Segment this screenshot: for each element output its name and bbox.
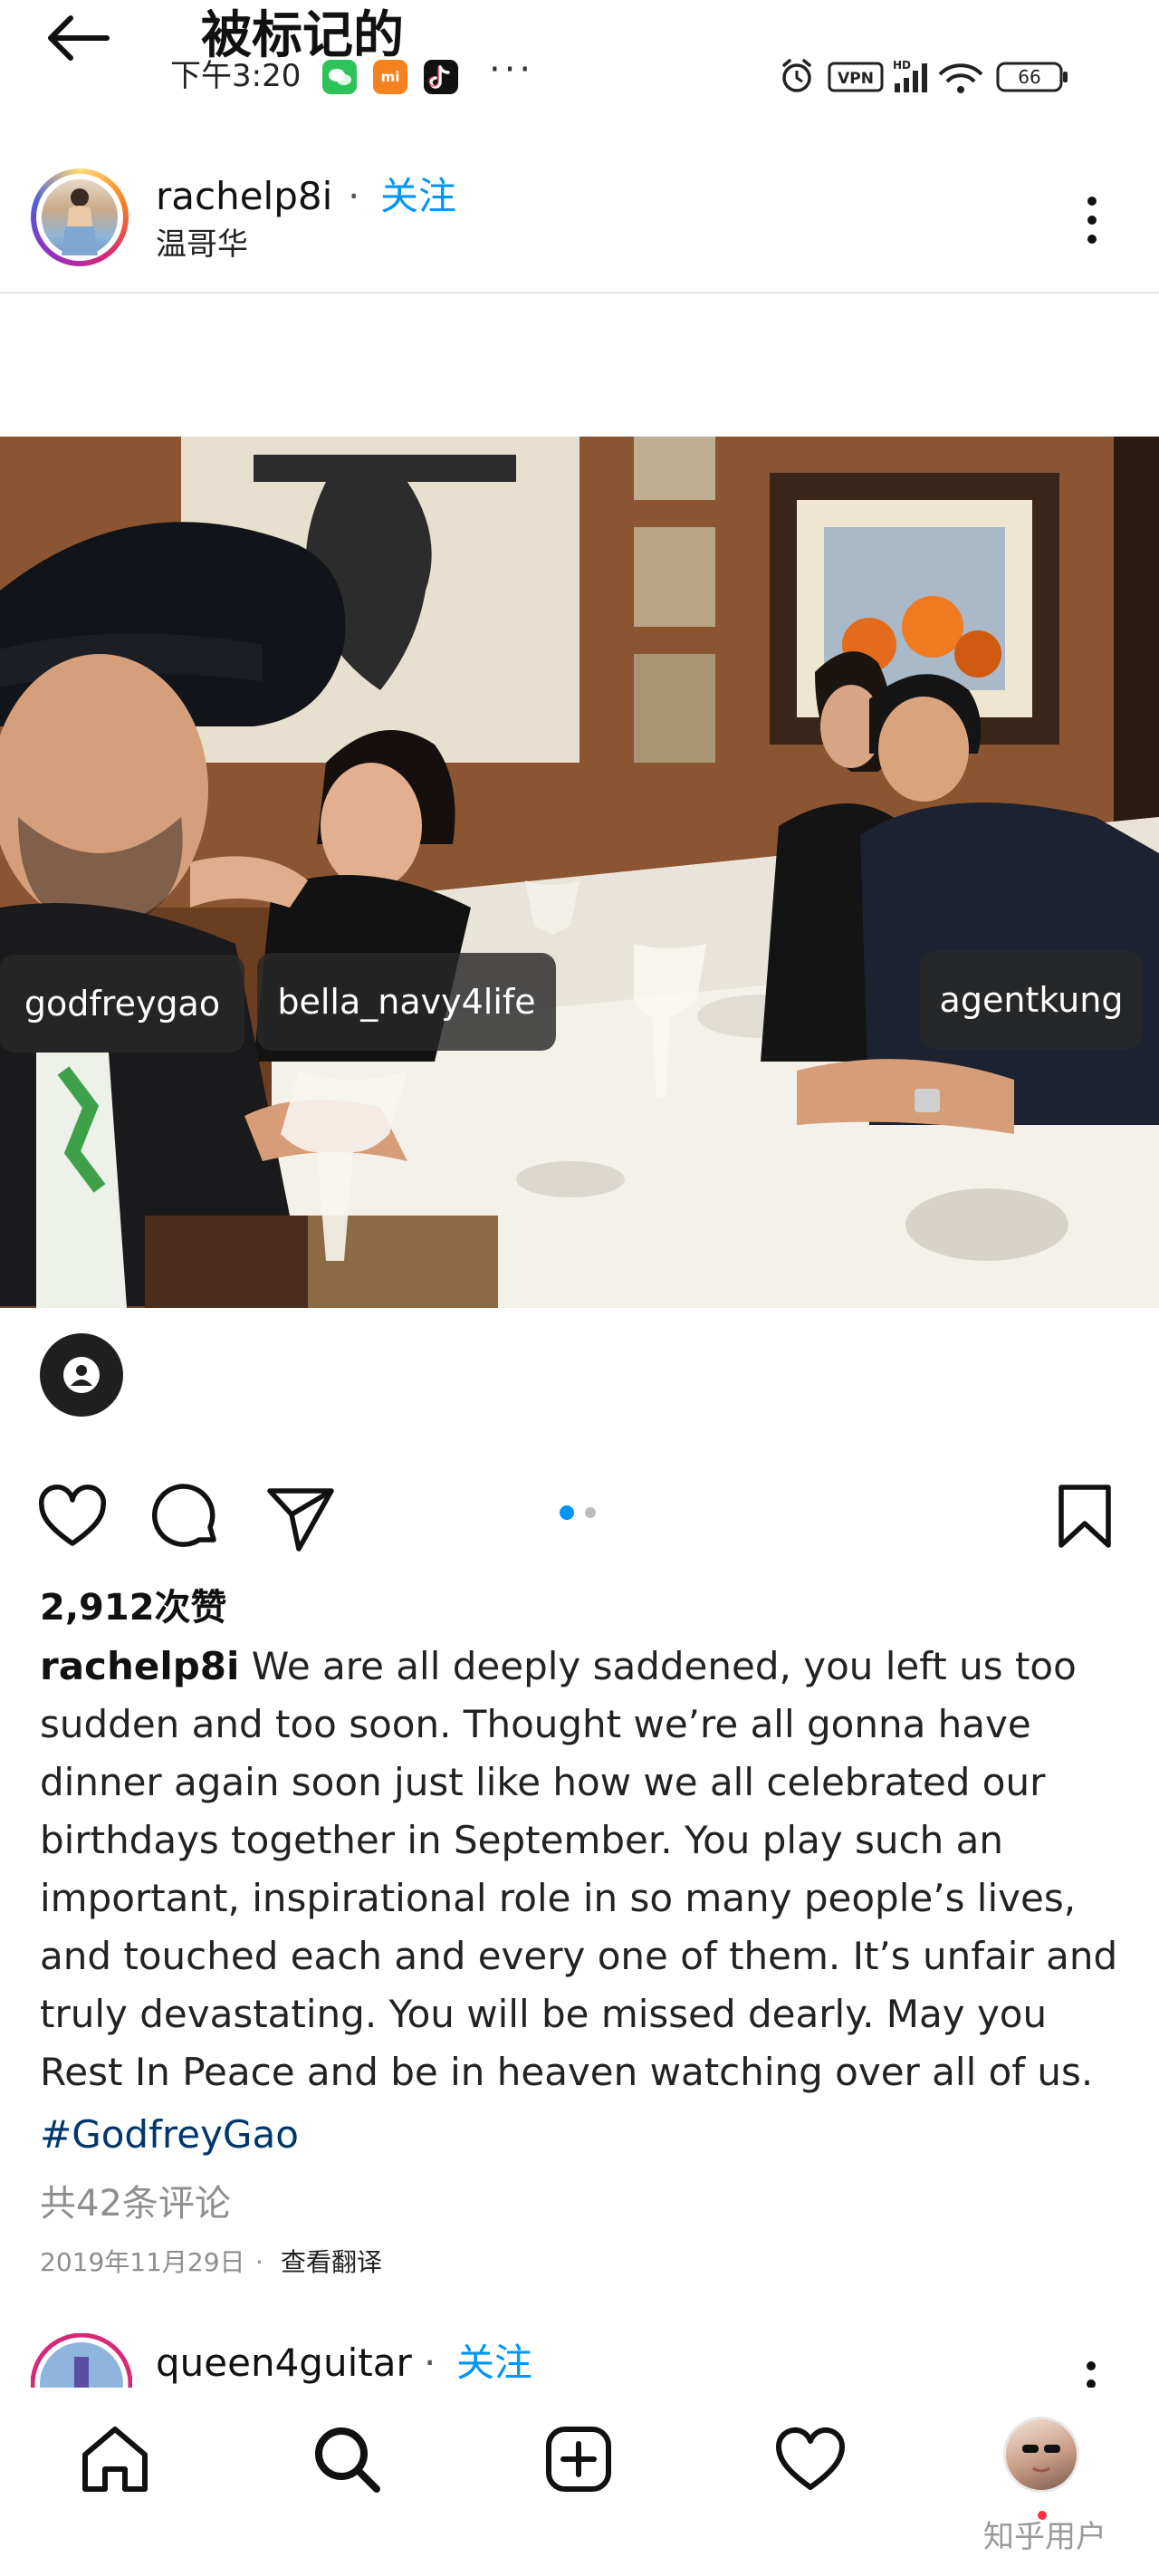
separator-dot: · — [348, 174, 360, 218]
vpn-icon: VPN — [828, 62, 884, 92]
avatar[interactable] — [42, 179, 118, 255]
tagged-users-button[interactable] — [40, 1333, 123, 1417]
home-icon — [82, 2427, 148, 2492]
separator-dot: · — [255, 2247, 263, 2277]
svg-text:HD: HD — [893, 59, 911, 72]
caption-text: We are all deeply saddened, you left us … — [40, 1644, 1118, 2094]
svg-text:VPN: VPN — [838, 70, 874, 88]
nav-activity-button[interactable] — [771, 2420, 849, 2498]
paper-plane-icon — [267, 1488, 334, 1552]
post-location[interactable]: 温哥华 — [156, 223, 248, 266]
plus-square-icon — [546, 2427, 611, 2492]
alarm-icon — [782, 59, 811, 92]
save-button[interactable] — [1049, 1480, 1121, 1552]
magnifier-icon — [315, 2427, 380, 2493]
wifi-icon — [938, 63, 983, 93]
next-post-avatar[interactable] — [31, 2333, 132, 2388]
back-button[interactable] — [40, 7, 116, 71]
see-translation-link[interactable]: 查看翻译 — [281, 2243, 382, 2283]
battery-icon: 66 — [996, 62, 1068, 92]
separator-dot: · — [424, 2341, 436, 2385]
nav-create-button[interactable] — [540, 2420, 618, 2498]
next-post-username[interactable]: queen4guitar — [156, 2337, 412, 2389]
heart-icon — [38, 1484, 107, 1546]
tiktok-notification-icon — [424, 60, 458, 94]
post-caption: rachelp8i We are all deeply saddened, yo… — [40, 1638, 1126, 2101]
status-icons: VPN HD 66 — [777, 56, 1103, 96]
heart-icon — [775, 2427, 846, 2490]
view-comments-link[interactable]: 共42条评论 — [40, 2176, 231, 2232]
user-tag[interactable]: godfreygao — [0, 955, 244, 1053]
wechat-notification-icon — [322, 60, 357, 94]
post-photo[interactable] — [0, 437, 1159, 1308]
likes-count[interactable]: 2,912次赞 — [40, 1580, 227, 1636]
vertical-dots-icon — [1087, 197, 1097, 244]
follow-button[interactable]: 关注 — [380, 170, 456, 223]
post-username[interactable]: rachelp8i — [156, 170, 332, 223]
hashtag-link[interactable]: #GodfreyGao — [40, 2107, 299, 2163]
more-options-button[interactable] — [1074, 188, 1110, 252]
carousel-dot-active — [560, 1505, 574, 1520]
mi-notification-icon: mi — [373, 60, 407, 94]
signal-icon: HD — [893, 59, 927, 92]
next-post-follow-button[interactable]: 关注 — [456, 2337, 532, 2389]
person-icon — [63, 1357, 100, 1393]
share-button[interactable] — [264, 1482, 337, 1554]
comment-button[interactable] — [150, 1482, 223, 1554]
bookmark-icon — [1058, 1485, 1111, 1548]
user-tag[interactable]: agentkung — [920, 951, 1143, 1049]
status-more-indicator: ··· — [489, 49, 535, 91]
arrow-left-icon — [48, 15, 110, 61]
svg-text:66: 66 — [1018, 66, 1040, 88]
divider — [0, 292, 1159, 293]
user-tag[interactable]: bella_navy4life — [257, 953, 556, 1051]
nav-profile-button[interactable] — [1003, 2417, 1079, 2493]
like-button[interactable] — [36, 1482, 109, 1554]
caption-username[interactable]: rachelp8i — [40, 1644, 239, 1688]
status-time: 下午3:20 — [170, 58, 302, 94]
speech-bubble-icon — [152, 1484, 216, 1547]
watermark: 知乎用户 — [983, 2519, 1106, 2555]
nav-search-button[interactable] — [308, 2420, 386, 2498]
post-date: 2019年11月29日 — [40, 2247, 245, 2277]
carousel-dot — [585, 1507, 596, 1518]
nav-home-button[interactable] — [76, 2420, 154, 2498]
